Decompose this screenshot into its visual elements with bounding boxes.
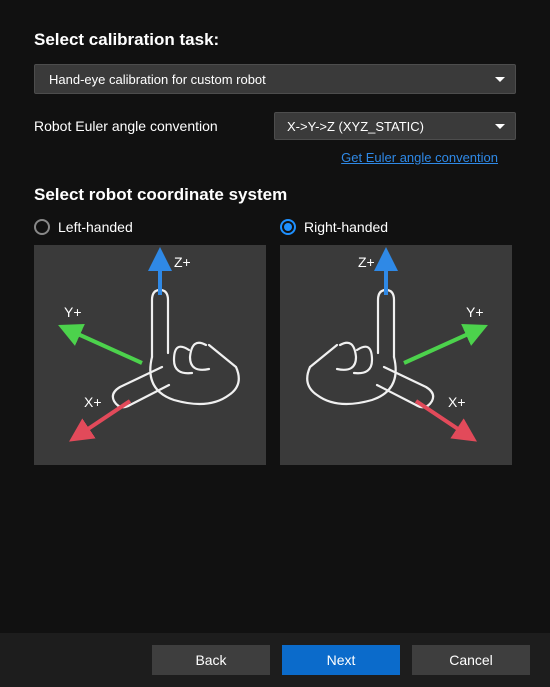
footer-bar: Back Next Cancel bbox=[0, 633, 550, 687]
cancel-button[interactable]: Cancel bbox=[412, 645, 530, 675]
left-handed-diagram: Z+ Y+ X+ bbox=[34, 245, 266, 465]
next-button[interactable]: Next bbox=[282, 645, 400, 675]
euler-convention-dropdown[interactable]: X->Y->Z (XYZ_STATIC) bbox=[274, 112, 516, 140]
calibration-task-dropdown[interactable]: Hand-eye calibration for custom robot bbox=[34, 64, 516, 94]
radio-left-handed[interactable]: Left-handed bbox=[34, 219, 264, 235]
calibration-task-value: Hand-eye calibration for custom robot bbox=[49, 72, 495, 87]
radio-icon bbox=[34, 219, 50, 235]
x-axis-label: X+ bbox=[448, 394, 466, 410]
euler-convention-label: Robot Euler angle convention bbox=[34, 118, 274, 134]
radio-right-handed-label: Right-handed bbox=[304, 219, 388, 235]
y-axis-label: Y+ bbox=[466, 304, 484, 320]
radio-right-handed[interactable]: Right-handed bbox=[280, 219, 510, 235]
euler-help-link[interactable]: Get Euler angle convention bbox=[341, 150, 498, 165]
z-axis-label: Z+ bbox=[174, 254, 191, 270]
y-axis-label: Y+ bbox=[64, 304, 82, 320]
z-axis-label: Z+ bbox=[358, 254, 375, 270]
select-task-heading: Select calibration task: bbox=[34, 30, 516, 50]
chevron-down-icon bbox=[495, 77, 505, 82]
back-button[interactable]: Back bbox=[152, 645, 270, 675]
euler-convention-value: X->Y->Z (XYZ_STATIC) bbox=[287, 119, 495, 134]
select-coord-heading: Select robot coordinate system bbox=[34, 185, 516, 205]
chevron-down-icon bbox=[495, 124, 505, 129]
radio-left-handed-label: Left-handed bbox=[58, 219, 133, 235]
x-axis-label: X+ bbox=[84, 394, 102, 410]
radio-icon bbox=[280, 219, 296, 235]
right-handed-diagram: Z+ Y+ X+ bbox=[280, 245, 512, 465]
